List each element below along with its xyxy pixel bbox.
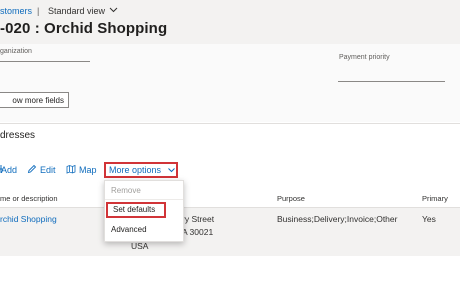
more-options-button[interactable]: More options: [104, 162, 178, 178]
column-header-purpose[interactable]: Purpose: [277, 194, 305, 203]
payment-priority-label: Payment priority: [339, 54, 390, 61]
form-area: [0, 44, 460, 122]
menu-separator: [105, 199, 183, 200]
column-header-primary[interactable]: Primary: [422, 194, 448, 203]
column-header-name[interactable]: me or description: [0, 194, 58, 203]
address-primary: Yes: [422, 214, 436, 224]
address-line-3: USA: [131, 241, 149, 251]
menu-item-advanced[interactable]: Advanced: [111, 225, 147, 234]
edit-button[interactable]: Edit: [40, 165, 56, 175]
organization-field[interactable]: [0, 61, 90, 62]
edit-pencil-icon[interactable]: [27, 164, 37, 174]
more-options-label: More options: [109, 165, 162, 175]
menu-item-set-defaults[interactable]: Set defaults: [106, 202, 166, 218]
page-title: -020 : Orchid Shopping: [0, 20, 168, 37]
view-selector[interactable]: Standard view: [48, 6, 105, 16]
address-name-link[interactable]: rchid Shopping: [0, 214, 57, 224]
chevron-down-icon[interactable]: [109, 5, 118, 14]
breadcrumb-separator: |: [37, 6, 40, 16]
menu-item-remove[interactable]: Remove: [111, 186, 141, 195]
chevron-down-icon: [168, 167, 175, 173]
show-more-fields-button[interactable]: ow more fields: [0, 92, 69, 108]
more-options-menu: Remove Set defaults Advanced: [104, 180, 184, 242]
addresses-section-title: dresses: [0, 130, 36, 141]
payment-priority-field[interactable]: [338, 81, 445, 82]
map-icon[interactable]: [66, 164, 76, 174]
map-button[interactable]: Map: [79, 165, 97, 175]
address-purpose: Business;Delivery;Invoice;Other: [277, 214, 398, 224]
address-line-1: ry Street: [182, 214, 215, 224]
address-line-2: A 30021: [182, 227, 214, 237]
breadcrumb-customers-link[interactable]: stomers: [0, 6, 32, 16]
organization-field-label: ganization: [0, 48, 32, 55]
section-divider: [0, 123, 460, 124]
add-button[interactable]: Add: [1, 165, 17, 175]
